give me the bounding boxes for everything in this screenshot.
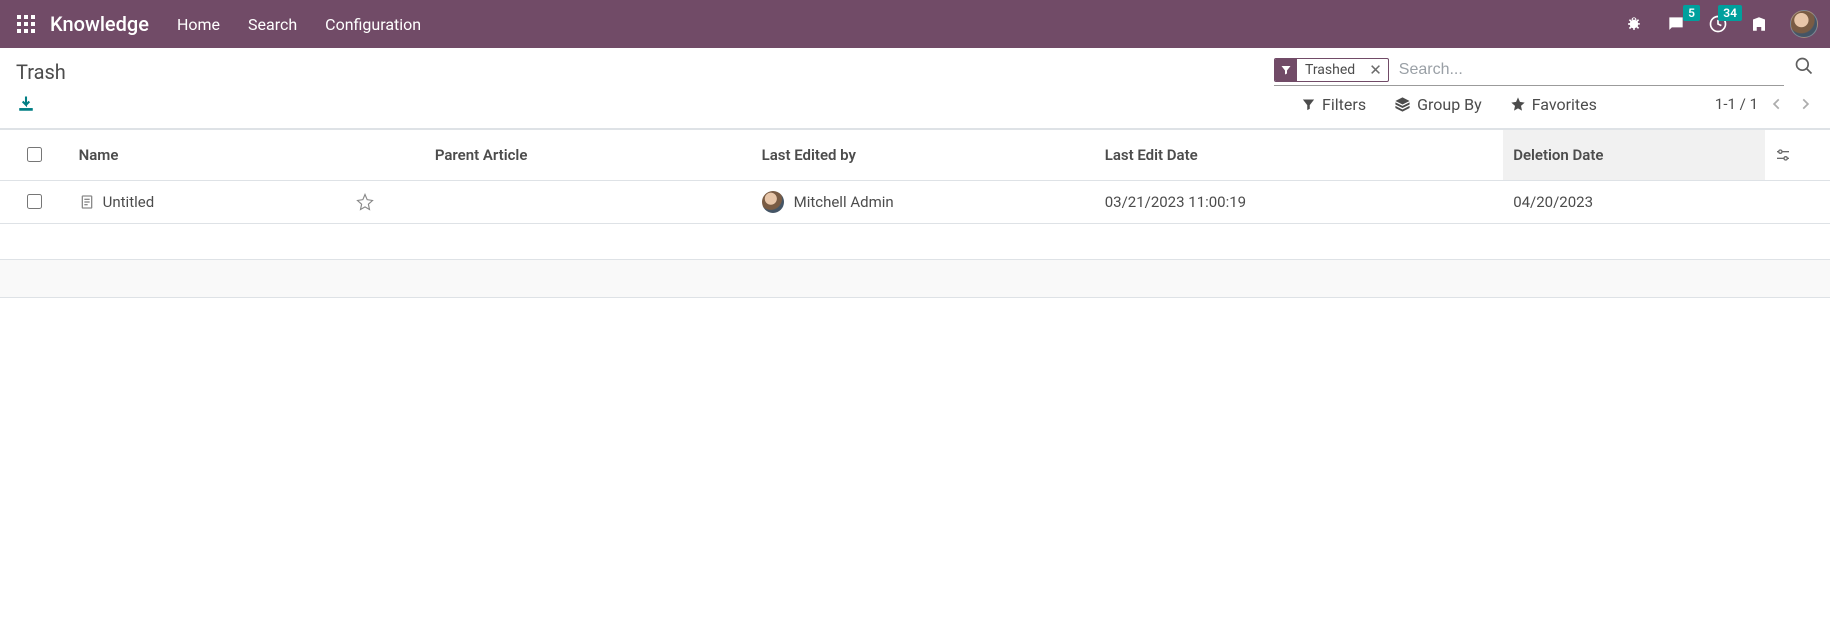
- pager: 1-1 / 1: [1715, 95, 1814, 113]
- control-panel: Trash Trashed ✕ Filters: [0, 48, 1830, 129]
- nav-link-config[interactable]: Configuration: [325, 15, 421, 34]
- page-title: Trash: [16, 56, 66, 84]
- favorites-label: Favorites: [1532, 95, 1597, 114]
- col-name[interactable]: Name: [69, 130, 347, 181]
- row-name: Untitled: [103, 193, 155, 211]
- layers-icon: [1394, 96, 1411, 113]
- apps-button[interactable]: [12, 10, 40, 38]
- app-brand[interactable]: Knowledge: [50, 12, 149, 36]
- row-checkbox[interactable]: [27, 194, 42, 209]
- col-options[interactable]: [1765, 130, 1830, 181]
- messages-badge: 5: [1683, 5, 1700, 21]
- navbar: Knowledge Home Search Configuration 5 34: [0, 0, 1830, 48]
- row-del-date: 04/20/2023: [1503, 181, 1764, 224]
- funnel-icon: [1275, 59, 1297, 81]
- debug-button[interactable]: [1624, 14, 1644, 34]
- row-editor: Mitchell Admin: [794, 193, 894, 211]
- pager-next[interactable]: [1796, 97, 1814, 111]
- row-editor-cell: Mitchell Admin: [762, 191, 1085, 213]
- row-name-cell: Untitled: [79, 193, 337, 211]
- chevron-right-icon: [1798, 97, 1812, 111]
- star-outline-icon: [356, 193, 374, 211]
- select-all-checkbox[interactable]: [27, 147, 42, 162]
- companies-button[interactable]: [1750, 15, 1768, 33]
- star-icon: [1510, 96, 1526, 112]
- row-parent: [425, 181, 752, 224]
- nav-link-home[interactable]: Home: [177, 15, 220, 34]
- facet-remove[interactable]: ✕: [1363, 61, 1388, 79]
- nav-link-search[interactable]: Search: [248, 15, 297, 34]
- funnel-icon: [1301, 97, 1316, 112]
- col-favorite[interactable]: [346, 130, 424, 181]
- groupby-label: Group By: [1417, 95, 1482, 114]
- table-footer-row: [0, 260, 1830, 298]
- filters-button[interactable]: Filters: [1301, 95, 1366, 114]
- building-icon: [1750, 15, 1768, 33]
- col-checkbox: [0, 130, 69, 181]
- col-parent[interactable]: Parent Article: [425, 130, 752, 181]
- pager-prev[interactable]: [1768, 97, 1786, 111]
- chevron-left-icon: [1770, 97, 1784, 111]
- search-input[interactable]: [1397, 60, 1784, 80]
- apps-icon: [17, 15, 35, 33]
- pager-text: 1-1 / 1: [1715, 95, 1758, 113]
- table-spacer-row: [0, 224, 1830, 260]
- articles-table: Name Parent Article Last Edited by Last …: [0, 129, 1830, 298]
- col-edit-date[interactable]: Last Edit Date: [1095, 130, 1503, 181]
- sliders-icon: [1775, 147, 1791, 163]
- activities-badge: 34: [1718, 5, 1742, 21]
- document-icon: [79, 193, 95, 211]
- download-icon: [16, 94, 36, 114]
- editor-avatar: [762, 191, 784, 213]
- search-icon: [1794, 56, 1814, 76]
- messages-button[interactable]: 5: [1666, 14, 1686, 34]
- favorites-button[interactable]: Favorites: [1510, 95, 1597, 114]
- favorite-toggle[interactable]: [356, 193, 414, 211]
- facet-label: Trashed: [1297, 62, 1363, 78]
- activities-button[interactable]: 34: [1708, 14, 1728, 34]
- nav-systray: 5 34: [1624, 10, 1818, 38]
- row-edit-date: 03/21/2023 11:00:19: [1095, 181, 1503, 224]
- nav-links: Home Search Configuration: [177, 15, 421, 34]
- export-button[interactable]: [16, 94, 36, 114]
- col-del-date[interactable]: Deletion Date: [1503, 130, 1764, 181]
- table-row[interactable]: Untitled Mitchell Admin 03/21/2023 11:00…: [0, 181, 1830, 224]
- search-icon-button[interactable]: [1794, 56, 1814, 76]
- groupby-button[interactable]: Group By: [1394, 95, 1482, 114]
- bug-icon: [1624, 14, 1644, 34]
- user-avatar[interactable]: [1790, 10, 1818, 38]
- filters-label: Filters: [1322, 95, 1366, 114]
- search-bar: Trashed ✕: [1274, 56, 1784, 86]
- col-editor[interactable]: Last Edited by: [752, 130, 1095, 181]
- search-facet-trashed: Trashed ✕: [1274, 58, 1389, 82]
